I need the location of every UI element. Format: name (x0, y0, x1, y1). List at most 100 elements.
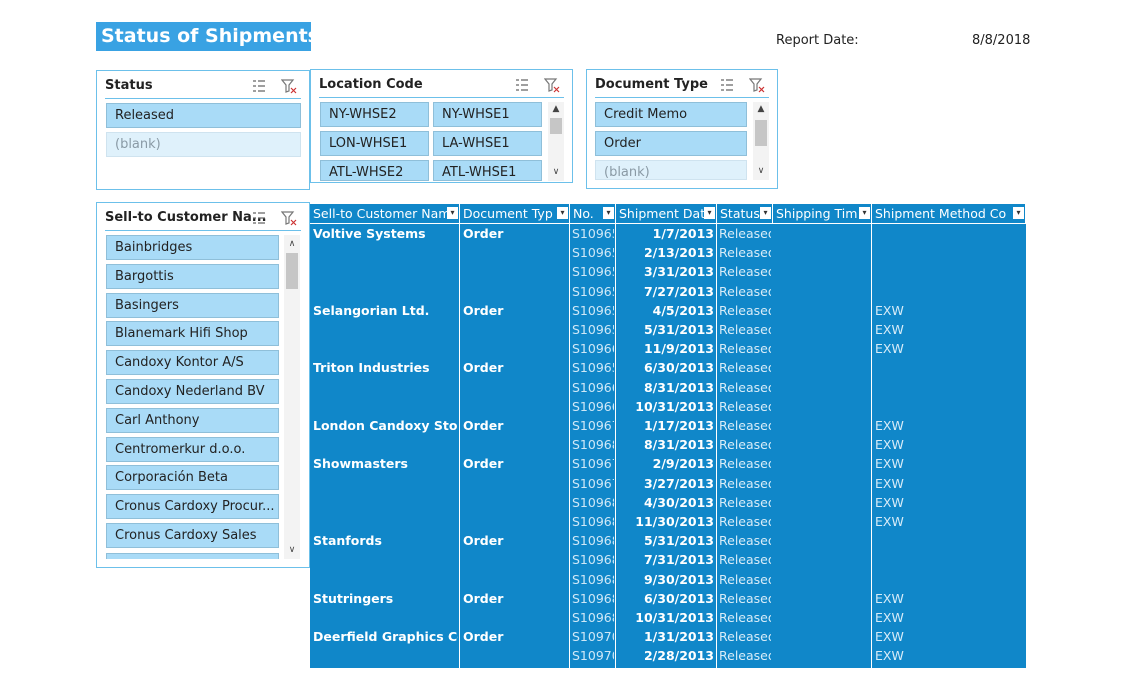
table-row[interactable]: S10966 8/31/2013 Released (310, 378, 1026, 397)
cell-customer: Stutringers (313, 590, 394, 606)
table-row[interactable]: S10965 2/13/2013 Released (310, 243, 1026, 262)
dropdown-arrow-icon[interactable]: ▾ (557, 207, 568, 219)
dropdown-arrow-icon[interactable]: ▾ (704, 207, 715, 219)
table-row[interactable]: S10968 7/31/2013 Released (310, 550, 1026, 569)
cell-no: S10968 (572, 533, 614, 549)
column-header[interactable]: Sell-to Customer Nam ▾ (310, 204, 460, 223)
cell-customer: Selangorian Ltd. (313, 302, 430, 318)
cell-date: 9/30/2013 (643, 571, 714, 587)
slicer-item-atl-whse1[interactable]: ATL-WHSE1 (433, 160, 542, 181)
slicer-item-ny-whse1[interactable]: NY-WHSE1 (433, 102, 542, 127)
slicer-item-customer[interactable]: Blanemark Hifi Shop (106, 321, 279, 347)
slicer-item-order[interactable]: Order (595, 131, 747, 156)
table-row[interactable]: S10968 4/30/2013 Released EXW (310, 493, 1026, 512)
slicer-item-customer[interactable]: Carl Anthony (106, 407, 279, 433)
scroll-up-icon[interactable]: ▲ (548, 102, 564, 116)
table-row[interactable]: S10968 10/31/2013 Released EXW (310, 608, 1026, 627)
clear-filter-icon[interactable] (281, 210, 297, 226)
cell-date: 2/28/2013 (643, 648, 714, 664)
table-row[interactable]: S10965 5/31/2013 Released EXW (310, 320, 1026, 339)
slicer-scrollbar[interactable]: ∧ ∨ (284, 235, 300, 559)
cell-no: S10967 (572, 418, 614, 433)
slicer-item-customer[interactable]: Corporación Beta (106, 465, 279, 491)
location-code-slicer: Location Code NY-WHSE2 NY-WHSE1 LON-WHSE… (310, 69, 573, 183)
table-row[interactable]: S10968 11/30/2013 Released EXW (310, 512, 1026, 531)
multi-select-icon[interactable] (251, 210, 267, 226)
column-header-label: Shipment Dat (619, 206, 706, 221)
slicer-item-la-whse1[interactable]: LA-WHSE1 (433, 131, 542, 156)
slicer-item-lon-whse1[interactable]: LON-WHSE1 (320, 131, 429, 156)
slicer-item-customer[interactable]: Cronus Cardoxy Procur... (106, 494, 279, 520)
table-row[interactable]: London Candoxy Storag Order S10967 1/17/201… (310, 416, 1026, 435)
dropdown-arrow-icon[interactable]: ▾ (760, 207, 771, 219)
table-row[interactable]: Deerfield Graphics Com Order S10970 1/31/20… (310, 627, 1026, 646)
slicer-item-customer[interactable]: Candoxy Kontor A/S (106, 350, 279, 376)
scroll-up-icon[interactable]: ▲ (753, 102, 769, 116)
scroll-down-icon[interactable]: ∨ (284, 543, 300, 557)
slicer-item-customer[interactable]: Bargottis (106, 263, 279, 289)
scroll-thumb[interactable] (550, 118, 562, 134)
slicer-item-blank[interactable]: (blank) (106, 132, 301, 157)
dropdown-arrow-icon[interactable]: ▾ (1013, 207, 1024, 219)
slicer-item-released[interactable]: Released (106, 103, 301, 128)
table-row[interactable]: Triton Industries Order S10965 6/30/2013 Rel… (310, 358, 1026, 377)
column-header[interactable]: No. ▾ (570, 204, 616, 223)
scroll-down-icon[interactable]: ∨ (753, 164, 769, 178)
table-row[interactable]: Showmasters Order S10967 2/9/2013 Released EX… (310, 454, 1026, 473)
cell-no: S10970 (572, 629, 614, 645)
table-row[interactable]: Stanfords Order S10968 5/31/2013 Released (310, 531, 1026, 550)
multi-select-icon[interactable] (719, 77, 735, 93)
table-row[interactable]: Voltive Systems Order S10965 1/7/2013 Releas… (310, 224, 1026, 243)
table-row[interactable]: S10967 3/27/2013 Released EXW (310, 474, 1026, 493)
dropdown-arrow-icon[interactable]: ▾ (603, 207, 614, 219)
column-header[interactable]: Status ▾ (717, 204, 773, 223)
slicer-item-credit-memo[interactable]: Credit Memo (595, 102, 747, 127)
slicer-scrollbar[interactable]: ▲ ∨ (548, 102, 564, 181)
slicer-item-ny-whse2[interactable]: NY-WHSE2 (320, 102, 429, 127)
scroll-thumb[interactable] (755, 120, 767, 146)
cell-status: Released (719, 226, 771, 241)
column-header[interactable]: Shipping Tim ▾ (773, 204, 872, 223)
multi-select-icon[interactable] (514, 77, 530, 93)
cell-method: EXW (875, 514, 904, 529)
dropdown-arrow-icon[interactable]: ▾ (859, 207, 870, 219)
multi-select-icon[interactable] (251, 78, 267, 94)
slicer-item-customer[interactable]: Centromerkur d.o.o. (106, 436, 279, 462)
cell-method: EXW (875, 648, 904, 664)
table-row[interactable]: S10965 7/27/2013 Released (310, 282, 1026, 301)
cell-doc: Order (463, 533, 504, 549)
table-row[interactable]: S10968 9/30/2013 Released (310, 570, 1026, 589)
slicer-item-atl-whse2[interactable]: ATL-WHSE2 (320, 160, 429, 181)
table-row[interactable]: S10968 8/31/2013 Released EXW (310, 435, 1026, 454)
table-row[interactable]: S10966 11/9/2013 Released EXW (310, 339, 1026, 358)
column-header[interactable]: Shipment Dat ▾ (616, 204, 717, 223)
slicer-item-customer[interactable]: Basingers (106, 292, 279, 318)
clear-filter-icon[interactable] (749, 77, 765, 93)
slicer-item-blank[interactable]: (blank) (595, 160, 747, 180)
cell-no: S10968 (572, 590, 614, 606)
table-row[interactable]: S10966 10/31/2013 Released (310, 397, 1026, 416)
slicer-scrollbar[interactable]: ▲ ∨ (753, 102, 769, 180)
slicer-item-customer[interactable]: Cronus Cardoxy Sales (106, 523, 279, 548)
scroll-up-icon[interactable]: ∧ (284, 237, 300, 251)
slicer-item-partial[interactable] (106, 553, 279, 559)
clear-filter-icon[interactable] (544, 77, 560, 93)
dropdown-arrow-icon[interactable]: ▾ (447, 207, 458, 219)
slicer-item-customer[interactable]: Bainbridges (106, 235, 279, 260)
table-row[interactable]: Selangorian Ltd. Order S10965 4/5/2013 Relea… (310, 301, 1026, 320)
scroll-thumb[interactable] (286, 253, 298, 289)
cell-method (875, 243, 1024, 262)
customer-slicer: Sell-to Customer Na... Bainbridges Bargot… (96, 202, 310, 568)
table-row[interactable]: S10965 3/31/2013 Released (310, 262, 1026, 281)
cell-method: EXW (875, 302, 904, 318)
cell-date: 1/7/2013 (652, 226, 714, 241)
table-row[interactable]: Stutringers Order S10968 6/30/2013 Released E… (310, 589, 1026, 608)
cell-date: 8/31/2013 (643, 437, 714, 453)
clear-filter-icon[interactable] (281, 78, 297, 94)
scroll-down-icon[interactable]: ∨ (548, 165, 564, 179)
column-header[interactable]: Document Typ ▾ (460, 204, 570, 223)
column-header[interactable]: Shipment Method Co ▾ (872, 204, 1026, 223)
table-row[interactable]: S10970 2/28/2013 Released EXW (310, 646, 1026, 665)
slicer-item-customer[interactable]: Candoxy Nederland BV (106, 379, 279, 404)
cell-doc (463, 608, 568, 627)
